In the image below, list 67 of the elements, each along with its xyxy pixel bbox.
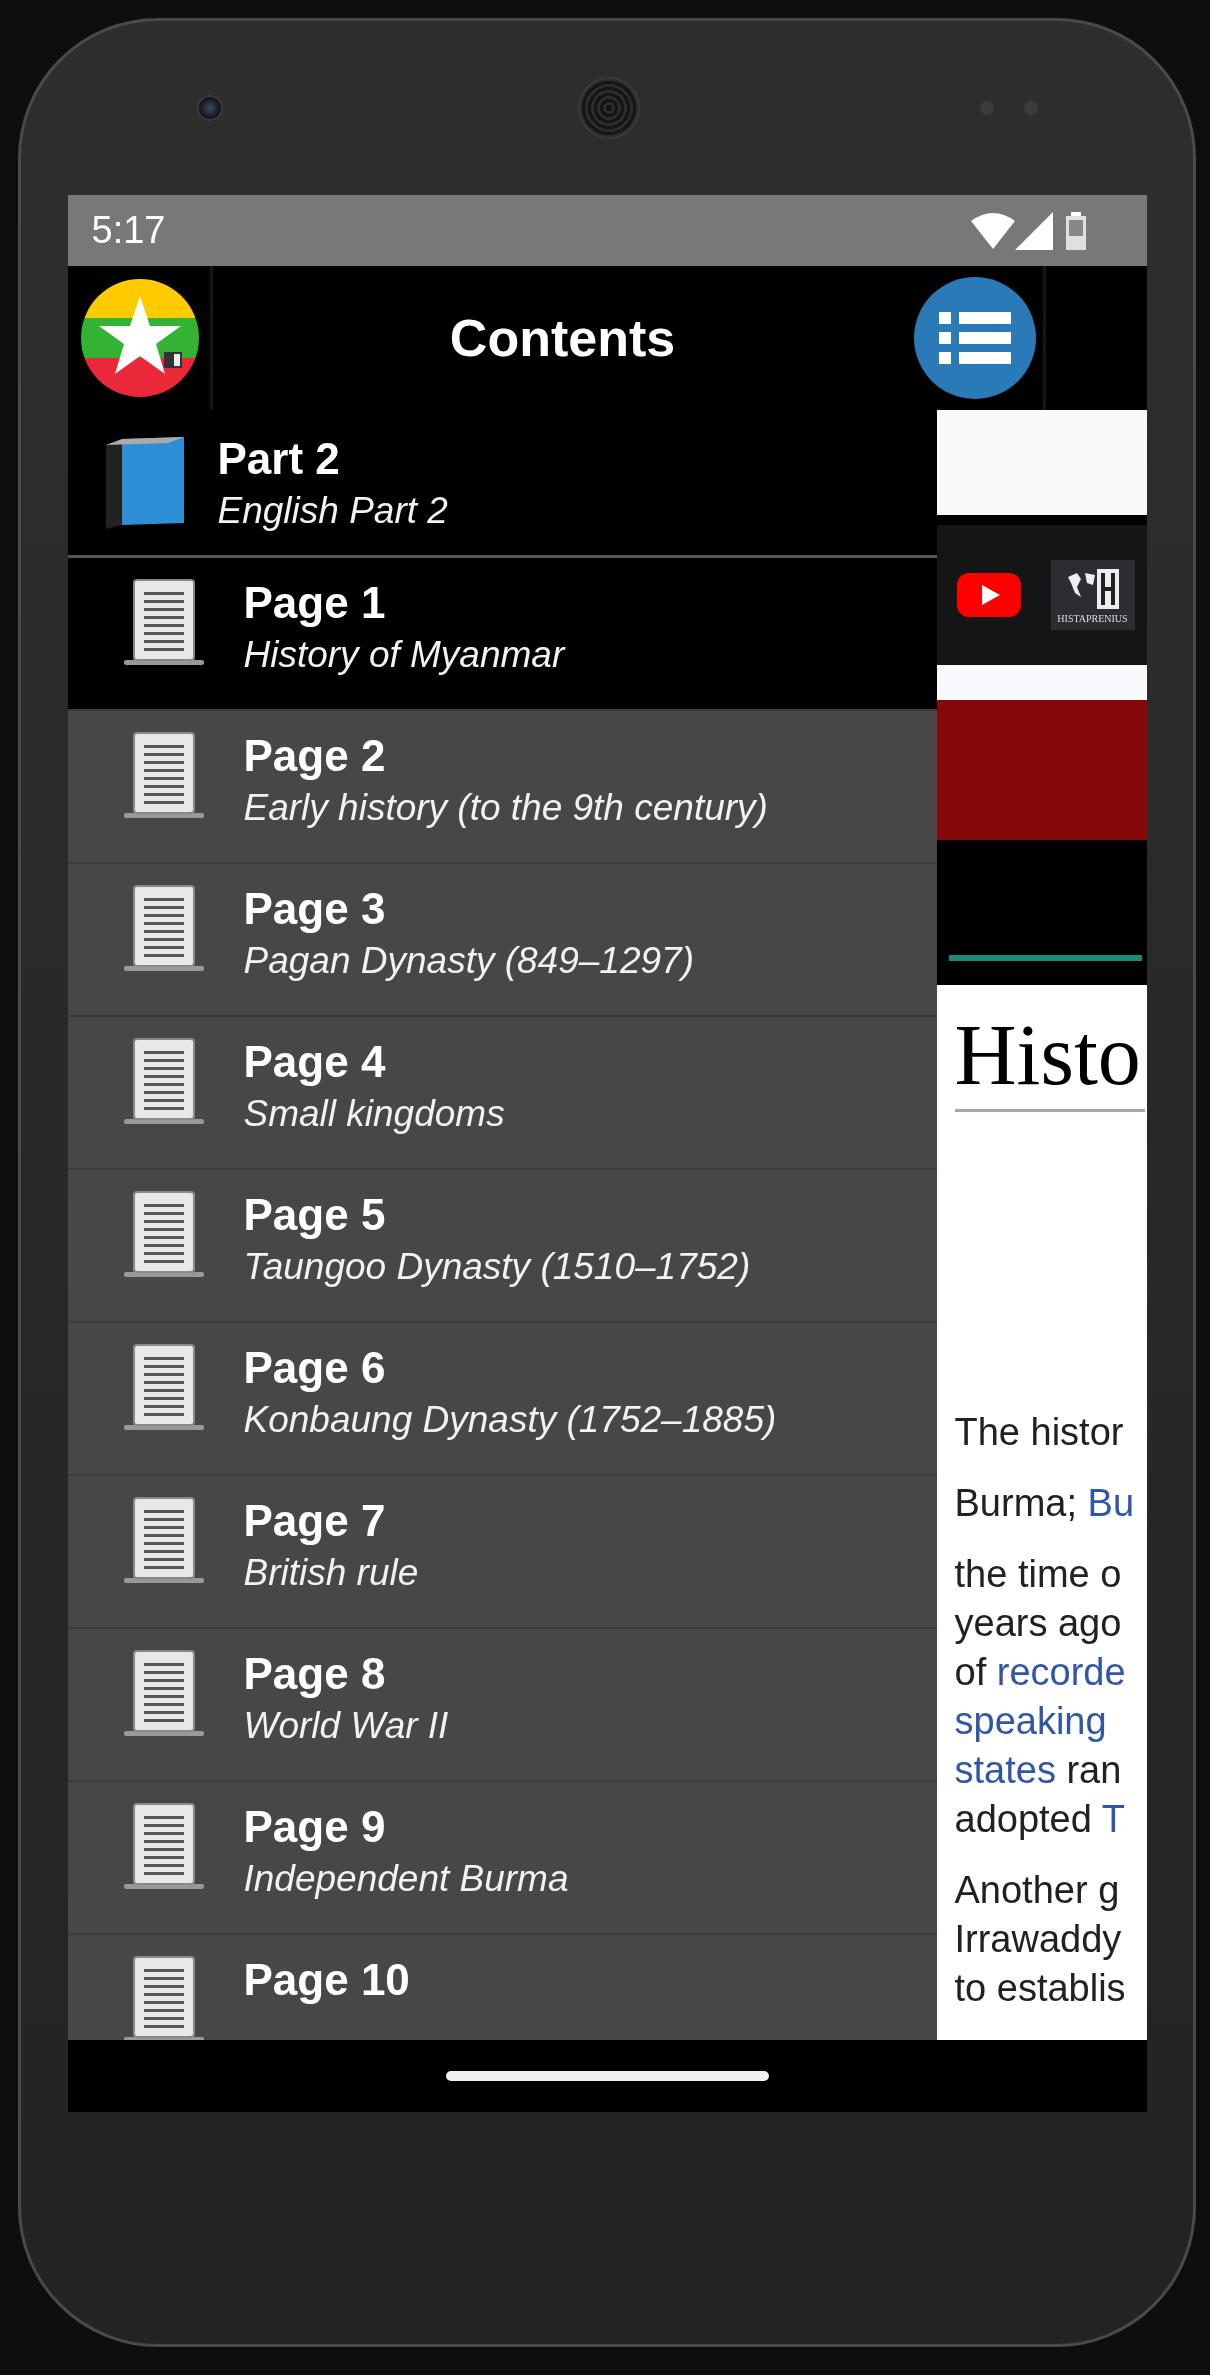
page-list-item[interactable]: Page 4 Small kingdoms: [67, 1017, 937, 1170]
article-text-line: adopted T: [954, 1797, 1126, 1842]
article-text-line: years ago: [954, 1601, 1123, 1646]
status-time: 5:17: [91, 209, 167, 252]
page-subtitle: Konbaung Dynasty (1752–1885): [243, 1399, 777, 1441]
page-list-item[interactable]: Page 5 Taungoo Dynasty (1510–1752): [67, 1170, 937, 1323]
page-list-item[interactable]: Page 7 British rule: [67, 1476, 937, 1629]
page-title: Page 6: [243, 1343, 387, 1393]
page-title: Page 2: [243, 731, 387, 781]
page-subtitle: Early history (to the 9th century): [243, 787, 768, 829]
list-icon[interactable]: [912, 276, 1037, 400]
page-title: Page 7: [243, 1496, 387, 1546]
page-subtitle: British rule: [243, 1552, 419, 1594]
article-text-line: states ran: [954, 1748, 1123, 1793]
youtube-icon[interactable]: [956, 573, 1021, 617]
document-icon: [121, 1343, 206, 1433]
article-link[interactable]: speaking: [954, 1700, 1107, 1742]
page-title: Page 9: [243, 1802, 387, 1852]
document-icon: [121, 1802, 206, 1892]
page-subtitle: Taungoo Dynasty (1510–1752): [243, 1246, 751, 1288]
page-subtitle: History of Myanmar: [243, 634, 565, 676]
article-link[interactable]: states: [954, 1749, 1056, 1791]
page-list-item[interactable]: Page 8 World War II: [67, 1629, 937, 1782]
part-title: Part 2: [217, 433, 341, 484]
page-subtitle: Small kingdoms: [243, 1093, 505, 1135]
article-text-line: Irrawaddy: [954, 1917, 1123, 1962]
page-title: Page 10: [243, 1955, 410, 2005]
page-list-item[interactable]: Page 6 Konbaung Dynasty (1752–1885): [67, 1323, 937, 1476]
part-subtitle: English Part 2: [217, 489, 448, 532]
page-list-item[interactable]: Page 10: [67, 1935, 937, 2040]
document-icon: [121, 1190, 206, 1280]
logo-text: HISTAPRENIUS: [1057, 612, 1128, 624]
app-bar-title: Contents: [448, 308, 677, 368]
battery-icon: [1064, 211, 1087, 250]
site-logo[interactable]: HISTAPRENIUS: [1050, 560, 1135, 630]
article-text-line: to establis: [954, 1966, 1127, 2011]
wifi-icon: [970, 212, 1015, 249]
page-title: Page 8: [243, 1649, 387, 1699]
page-list-item[interactable]: Page 9 Independent Burma: [67, 1782, 937, 1935]
page-list-item[interactable]: Page 2 Early history (to the 9th century): [67, 711, 937, 864]
article-text-line: the time o: [954, 1552, 1123, 1597]
page-subtitle: Pagan Dynasty (849–1297): [243, 940, 694, 982]
article-link[interactable]: Bu: [1087, 1482, 1135, 1524]
camera-lens: [197, 95, 223, 121]
page-title: Page 1: [243, 578, 387, 628]
article-text-line: Burma; Bu: [954, 1481, 1136, 1526]
page-title: Page 4: [243, 1037, 387, 1087]
article-text-line: of recorde: [954, 1650, 1127, 1695]
flag-icon[interactable]: [79, 278, 200, 398]
article-link[interactable]: recorde: [996, 1651, 1126, 1693]
document-icon: [121, 731, 206, 821]
document-icon: [121, 1649, 206, 1739]
article-link[interactable]: T: [1101, 1798, 1125, 1840]
article-text-line: The histor: [954, 1410, 1125, 1455]
signal-icon: [1014, 211, 1053, 250]
page-title: Page 3: [243, 884, 387, 934]
page-subtitle: Independent Burma: [243, 1858, 569, 1900]
page-subtitle: World War II: [243, 1705, 449, 1747]
article-heading: Histo: [954, 1005, 1145, 1112]
document-icon: [121, 578, 206, 668]
article-text-line: Another g: [954, 1868, 1121, 1913]
document-icon: [121, 1037, 206, 1127]
document-icon: [121, 884, 206, 974]
page-list-item[interactable]: Page 3 Pagan Dynasty (849–1297): [67, 864, 937, 1017]
document-icon: [121, 1496, 206, 1586]
page-title: Page 5: [243, 1190, 387, 1240]
document-icon: [121, 1955, 206, 2040]
